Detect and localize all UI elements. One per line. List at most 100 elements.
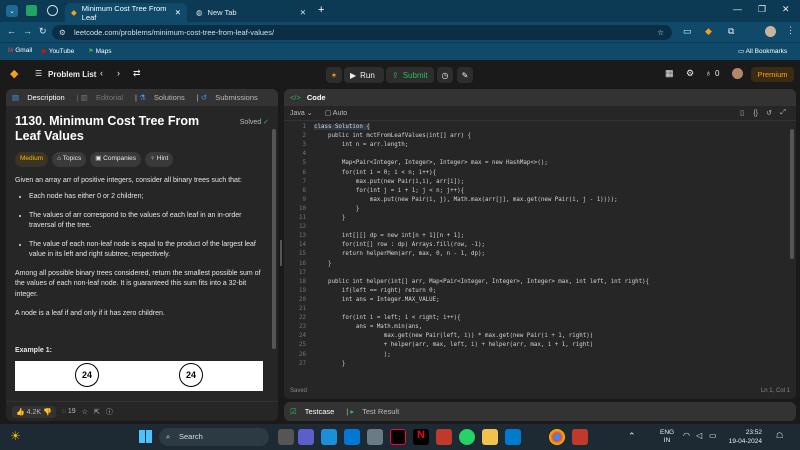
reset-icon[interactable]: ↺ (766, 109, 772, 117)
wifi-icon[interactable]: ◠ (683, 431, 690, 440)
kebab-menu-icon[interactable]: ⋮ (786, 25, 795, 36)
debug-button[interactable]: ✶ (326, 67, 342, 83)
widgets-icon[interactable]: ☀ (10, 429, 21, 443)
search-input[interactable]: ⌕ Search (159, 428, 269, 446)
tab-test-result[interactable]: | ▸ Test Result (346, 407, 405, 416)
restore-button[interactable]: ❐ (758, 4, 766, 15)
prev-icon[interactable]: ‹ (100, 68, 103, 78)
address-input[interactable]: ⚙ leetcode.com/problems/minimum-cost-tre… (52, 25, 672, 40)
topics-chip[interactable]: ⌂ Topics (52, 152, 87, 167)
code-line: public int helper(int[] arr, Map<Pair<In… (314, 278, 650, 285)
run-button[interactable]: ▶ Run (344, 67, 384, 83)
tab-description[interactable]: ▤ Description (12, 93, 71, 102)
language-indicator[interactable]: ENG IN (660, 429, 674, 445)
battery-icon[interactable]: ▭ (709, 431, 717, 440)
avatar[interactable] (732, 68, 743, 79)
tab-leetcode[interactable]: ◆ Minimum Cost Tree From Leaf ✕ (65, 3, 187, 22)
tab-testcase[interactable]: ☑ Testcase (290, 407, 340, 416)
app-icon[interactable] (572, 429, 588, 445)
browser-tab-strip: ⌄ ◆ Minimum Cost Tree From Leaf ✕ ◍ New … (0, 0, 800, 22)
jetbrains-icon[interactable] (390, 429, 406, 445)
back-icon[interactable]: ← (7, 26, 16, 36)
forward-icon[interactable]: → (23, 26, 32, 36)
close-window-button[interactable]: ✕ (782, 4, 790, 15)
fullscreen-icon[interactable]: ⤢ (780, 109, 786, 117)
submit-button[interactable]: ⇪ Submit (386, 67, 434, 83)
line-number: 23 (299, 324, 306, 331)
extension-icon[interactable]: ▭ (683, 26, 692, 37)
streak-icon[interactable]: ♁ (705, 68, 712, 78)
scrollbar[interactable] (272, 129, 276, 349)
next-icon[interactable]: › (117, 68, 120, 78)
thumb-down-icon[interactable]: 👎 (43, 409, 52, 416)
volume-icon[interactable]: ◁ (696, 431, 702, 440)
shuffle-icon[interactable]: ⇄ (133, 68, 141, 79)
youtube-bookmark[interactable]: ▶ YouTube (42, 47, 74, 55)
premium-button[interactable]: Premium (751, 67, 794, 82)
clock[interactable]: 23:52 19-04-2024 (724, 428, 762, 446)
leetcode-logo-icon[interactable]: ◆ (10, 67, 18, 80)
comments-button[interactable]: ◌ 19 (62, 408, 76, 415)
code-line: for(int i = left; i < right; i++){ (314, 315, 461, 322)
sheets-icon[interactable] (26, 5, 37, 16)
tree-node: 24 (75, 363, 99, 387)
tab-new[interactable]: ◍ New Tab ✕ (190, 3, 312, 22)
settings-icon[interactable]: ⚙ (686, 68, 694, 79)
bookmark-icon[interactable]: ▯ (740, 109, 744, 117)
start-icon[interactable] (139, 430, 152, 443)
tab-solutions[interactable]: | ⚗ Solutions (135, 93, 191, 102)
explorer-icon[interactable] (482, 429, 498, 445)
minimize-button[interactable]: — (733, 4, 742, 14)
close-icon[interactable]: ✕ (300, 8, 306, 17)
comments-count: 19 (67, 408, 76, 415)
reload-icon[interactable]: ↻ (39, 26, 47, 37)
leetcode-ext-icon[interactable]: ◆ (705, 26, 712, 37)
braces-icon[interactable]: {} (753, 110, 758, 117)
companies-chip[interactable]: ▣ Companies (90, 152, 142, 167)
tab-submissions[interactable]: | ↺ Submissions (197, 93, 264, 102)
edge-icon[interactable] (321, 429, 337, 445)
notification-icon[interactable]: ☖ (776, 431, 783, 440)
line-number: 8 (302, 187, 307, 194)
new-tab-button[interactable]: + (318, 4, 324, 16)
hint-chip[interactable]: ♀ Hint (145, 152, 174, 167)
editor-scrollbar[interactable] (790, 129, 794, 259)
timer-button[interactable]: ◷ (437, 67, 453, 83)
chrome-icon[interactable] (549, 429, 565, 445)
line-number: 12 (299, 224, 306, 231)
language-select[interactable]: Java ⌄ (290, 109, 313, 117)
star-icon[interactable]: ☆ (82, 408, 88, 416)
site-info-icon[interactable]: ⚙ (59, 25, 66, 40)
close-icon[interactable]: ✕ (175, 8, 181, 17)
puzzle-icon[interactable]: ⧉ (728, 26, 734, 37)
mail-icon[interactable] (344, 429, 360, 445)
help-icon[interactable]: ⓘ (106, 407, 113, 417)
list-item: The values of arr correspond to the valu… (29, 211, 269, 232)
taskview-icon[interactable] (278, 429, 294, 445)
like-button[interactable]: 👍 4.2K 👎 (12, 405, 56, 418)
notes-button[interactable]: ✎ (457, 67, 473, 83)
code-editor[interactable]: 1 class Solution {2 public int mctFromLea… (284, 121, 796, 371)
whatsapp-icon[interactable] (459, 429, 475, 445)
globe-icon[interactable] (47, 5, 58, 16)
settings-app-icon[interactable] (367, 429, 383, 445)
tab-editorial[interactable]: | ▥ Editorial (77, 93, 129, 102)
problem-list-link[interactable]: Problem List (48, 70, 96, 79)
photos-icon[interactable] (436, 429, 452, 445)
all-bookmarks[interactable]: ▭ All Bookmarks (738, 47, 787, 55)
example-image: 24 24 (15, 361, 263, 391)
panel-divider[interactable] (280, 240, 282, 266)
star-icon[interactable]: ☆ (657, 25, 664, 40)
maps-bookmark[interactable]: ⚑ Maps (88, 47, 112, 55)
teams-icon[interactable] (298, 429, 314, 445)
share-icon[interactable]: ⇱ (94, 408, 100, 416)
auto-toggle[interactable]: ▢ Auto (325, 109, 348, 117)
netflix-icon[interactable]: N (413, 429, 429, 445)
gmail-bookmark[interactable]: M Gmail (8, 47, 32, 54)
tray-chevron-icon[interactable]: ⌃ (628, 431, 636, 442)
vscode-icon[interactable] (505, 429, 521, 445)
layout-icon[interactable]: ▦ (665, 68, 674, 79)
avatar[interactable] (765, 26, 776, 37)
code-line: Map<Pair<Integer, Integer>, Integer> max… (314, 160, 548, 167)
tab-menu-icon[interactable]: ⌄ (6, 5, 18, 17)
